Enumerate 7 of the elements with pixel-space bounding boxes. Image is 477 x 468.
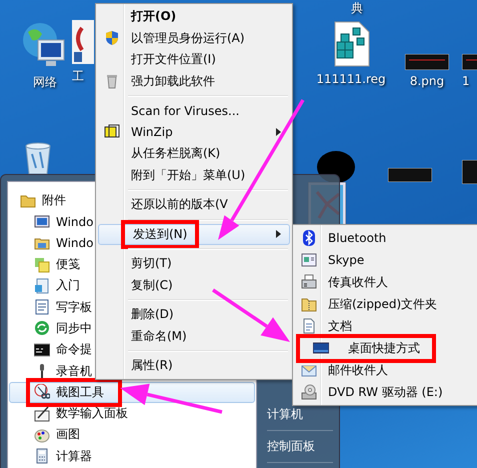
icon-label: 111111.reg xyxy=(316,72,386,86)
icon-label: 1 xyxy=(462,74,470,88)
icon-label: 8.png xyxy=(410,74,444,88)
icon-label: 工 xyxy=(72,68,84,85)
annotation-frame: 桌面快捷方式 xyxy=(296,334,436,362)
icon-label: 典 xyxy=(351,0,363,17)
icon-label: 网络 xyxy=(33,74,57,91)
